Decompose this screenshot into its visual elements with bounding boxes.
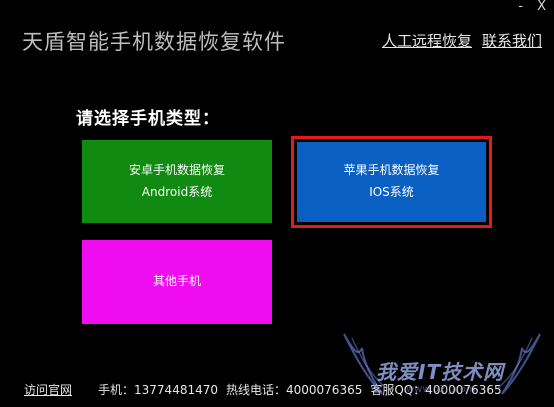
choose-phone-type-heading: 请选择手机类型：	[76, 109, 220, 129]
hotline-number: 热线电话：4000076365	[226, 383, 363, 397]
footer: 访问官网 手机：13774481470 热线电话：4000076365 客服QQ…	[24, 381, 510, 398]
close-button[interactable]: X	[537, 0, 546, 14]
visit-website-link[interactable]: 访问官网	[24, 381, 72, 398]
other-phone-title: 其他手机	[152, 274, 201, 289]
ios-selection-highlight: 苹果手机数据恢复 IOS系统	[291, 136, 492, 228]
android-recovery-title: 安卓手机数据恢复	[128, 162, 225, 177]
app-title: 天盾智能手机数据恢复软件	[22, 30, 286, 54]
ios-recovery-title: 苹果手机数据恢复	[343, 163, 440, 178]
other-phone-button[interactable]: 其他手机	[82, 240, 272, 324]
header-links: 人工远程恢复 联系我们	[382, 30, 542, 51]
android-recovery-subtitle: Android系统	[141, 184, 213, 199]
ios-recovery-subtitle: IOS系统	[369, 185, 414, 199]
window-controls: - X	[518, 0, 546, 14]
phone-number: 手机：13774481470	[98, 383, 218, 397]
contact-us-link[interactable]: 联系我们	[482, 30, 542, 51]
remote-recovery-link[interactable]: 人工远程恢复	[382, 30, 472, 51]
service-qq: 客服QQ：4000076365	[370, 383, 502, 397]
android-recovery-button[interactable]: 安卓手机数据恢复 Android系统	[82, 140, 272, 223]
ios-recovery-button[interactable]: 苹果手机数据恢复 IOS系统	[297, 142, 486, 222]
minimize-button[interactable]: -	[518, 0, 523, 14]
